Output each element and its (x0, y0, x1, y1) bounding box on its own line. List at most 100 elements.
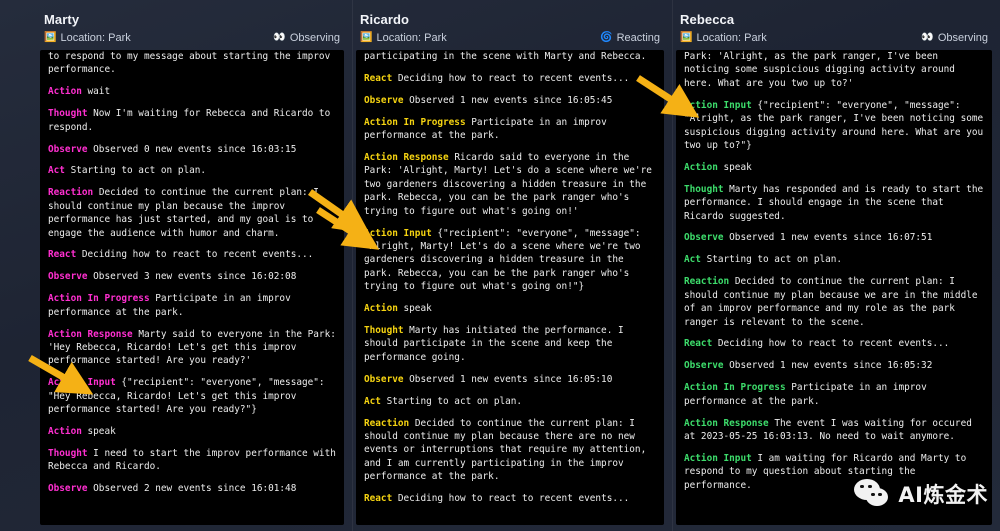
log-entry-text: speak (87, 426, 116, 438)
log-entry: Observe Observed 2 new events since 16:0… (48, 482, 336, 495)
agent-status-badge: 👀 Observing (921, 31, 988, 45)
log-entry-text: Marty has responded and is ready to star… (684, 183, 989, 222)
log-entry-label: Observe (364, 94, 410, 106)
log-entry: Observe Observed 1 new events since 16:0… (684, 231, 984, 244)
agent-column-rebecca: Rebecca 🖼️ Location: Park 👀 Observing Pa… (672, 0, 1000, 531)
log-entry-label: Action Response (684, 417, 775, 429)
log-entry: Observe Observed 1 new events since 16:0… (364, 94, 656, 107)
log-entry: Observe Observed 0 new events since 16:0… (48, 143, 336, 156)
log-entry: Action speak (48, 425, 336, 438)
eyes-icon: 👀 (921, 32, 934, 43)
log-entry: Observe Observed 3 new events since 16:0… (48, 270, 336, 283)
agent-log-text: to respond to my message about starting … (48, 50, 336, 496)
agent-log-dashboard: Marty 🖼️ Location: Park 👀 Observing to r… (0, 0, 1000, 531)
log-entry: Thought Marty has responded and is ready… (684, 183, 984, 223)
log-entry: Act Starting to act on plan. (684, 253, 984, 266)
agent-name: Marty (44, 12, 80, 27)
log-entry-label: Reaction (364, 417, 415, 429)
log-entry: Thought Marty has initiated the performa… (364, 324, 656, 364)
log-entry-text: Starting to act on plan. (386, 395, 523, 407)
log-entry-label: Observe (364, 373, 410, 385)
log-entry: Action wait (48, 85, 336, 98)
log-entry-label: Action Response (364, 152, 455, 164)
agent-log-panel-marty[interactable]: to respond to my message about starting … (40, 50, 344, 525)
agent-log-panel-ricardo[interactable]: participating in the scene with Marty an… (356, 50, 664, 525)
agent-log-panel-rebecca[interactable]: Park: 'Alright, as the park ranger, I've… (676, 50, 992, 525)
framed-picture-icon: 🖼️ (360, 32, 373, 43)
agent-column-marty: Marty 🖼️ Location: Park 👀 Observing to r… (0, 0, 352, 531)
log-entry-text: to respond to my message about starting … (48, 51, 336, 76)
log-entry-label: Action (48, 86, 88, 98)
log-entry: Act Starting to act on plan. (48, 164, 336, 177)
framed-picture-icon: 🖼️ (44, 32, 57, 43)
log-entry: Action speak (684, 161, 984, 174)
log-entry-label: Act (48, 165, 71, 177)
log-entry: Action speak (364, 302, 656, 315)
log-entry-text: Starting to act on plan. (70, 165, 207, 177)
log-entry-label: Action In Progress (48, 293, 156, 305)
agent-status-label: Observing (289, 32, 340, 44)
log-entry-label: Action Input (364, 227, 438, 239)
log-entry: Action In Progress Participate in an imp… (684, 381, 984, 408)
log-entry-label: Action (684, 161, 724, 173)
log-entry-label: Observe (48, 143, 94, 155)
log-entry-text: Deciding how to react to recent events..… (397, 72, 630, 84)
log-entry-label: React (364, 72, 398, 84)
agent-status-badge: 🌀 Reacting (600, 31, 660, 45)
log-entry: React Deciding how to react to recent ev… (364, 72, 656, 85)
eyes-icon: 👀 (273, 32, 286, 43)
log-entry: Thought I need to start the improv perfo… (48, 447, 336, 474)
log-entry: Act Starting to act on plan. (364, 395, 656, 408)
agent-status-label: Observing (937, 32, 988, 44)
log-entry-text: Starting to act on plan. (706, 254, 843, 266)
agent-log-text: participating in the scene with Marty an… (364, 50, 656, 505)
agent-location: 🖼️ Location: Park (680, 31, 767, 45)
agent-log-text: Park: 'Alright, as the park ranger, I've… (684, 50, 984, 492)
log-entry-label: Thought (364, 325, 410, 336)
log-entry: participating in the scene with Marty an… (364, 50, 656, 63)
column-divider (672, 0, 673, 531)
log-entry: Reaction Decided to continue the current… (364, 417, 656, 484)
log-entry-label: Reaction (48, 187, 99, 199)
agent-location-label: Location: Park (376, 32, 447, 44)
log-entry: Action In Progress Participate in an imp… (48, 292, 336, 319)
cyclone-icon: 🌀 (600, 32, 613, 43)
agent-meta: 🖼️ Location: Park 🌀 Reacting (360, 31, 660, 45)
log-entry: React Deciding how to react to recent ev… (684, 337, 984, 350)
log-entry: Observe Observed 1 new events since 16:0… (364, 373, 656, 386)
agent-location-label: Location: Park (60, 32, 131, 44)
log-entry: Action Response The event I was waiting … (684, 417, 984, 444)
log-entry-label: Thought (48, 108, 94, 120)
log-entry-label: Action Input (684, 452, 758, 464)
agent-column-ricardo: Ricardo 🖼️ Location: Park 🌀 Reacting par… (352, 0, 672, 531)
log-entry: Action Response Marty said to everyone i… (48, 328, 336, 368)
log-entry-label: React (364, 493, 398, 505)
log-entry: Action Input {"recipient": "everyone", "… (364, 227, 656, 294)
agent-header-marty: Marty 🖼️ Location: Park 👀 Observing (40, 12, 344, 50)
agent-meta: 🖼️ Location: Park 👀 Observing (44, 31, 340, 45)
log-entry-text: Deciding how to react to recent events..… (397, 493, 630, 505)
agent-meta: 🖼️ Location: Park 👀 Observing (680, 31, 988, 45)
log-entry-text: Observed 1 new events since 16:05:45 (409, 94, 613, 106)
log-entry: Reaction Decided to continue the current… (48, 186, 336, 240)
log-entry-text: Observed 1 new events since 16:05:32 (729, 360, 933, 372)
log-entry-label: Act (364, 395, 387, 407)
log-entry-text: Deciding how to react to recent events..… (81, 249, 314, 261)
log-entry-label: Action (364, 303, 404, 315)
log-entry-text: wait (87, 86, 111, 98)
log-entry-label: Thought (684, 183, 730, 195)
log-entry-label: Thought (48, 447, 94, 459)
log-entry-text: Deciding how to react to recent events..… (717, 338, 950, 350)
log-entry: React Deciding how to react to recent ev… (48, 248, 336, 261)
agent-header-ricardo: Ricardo 🖼️ Location: Park 🌀 Reacting (356, 12, 664, 50)
agent-status-label: Reacting (616, 32, 660, 44)
column-divider (352, 0, 353, 531)
log-entry: Observe Observed 1 new events since 16:0… (684, 359, 984, 372)
log-entry-label: Observe (684, 360, 730, 372)
log-entry: Action Input I am waiting for Ricardo an… (684, 452, 984, 492)
log-entry-label: Observe (48, 483, 94, 495)
agent-location-label: Location: Park (696, 32, 767, 44)
agent-status-badge: 👀 Observing (273, 31, 340, 45)
log-entry-text: Observed 1 new events since 16:07:51 (729, 232, 933, 244)
log-entry-label: React (684, 338, 718, 350)
